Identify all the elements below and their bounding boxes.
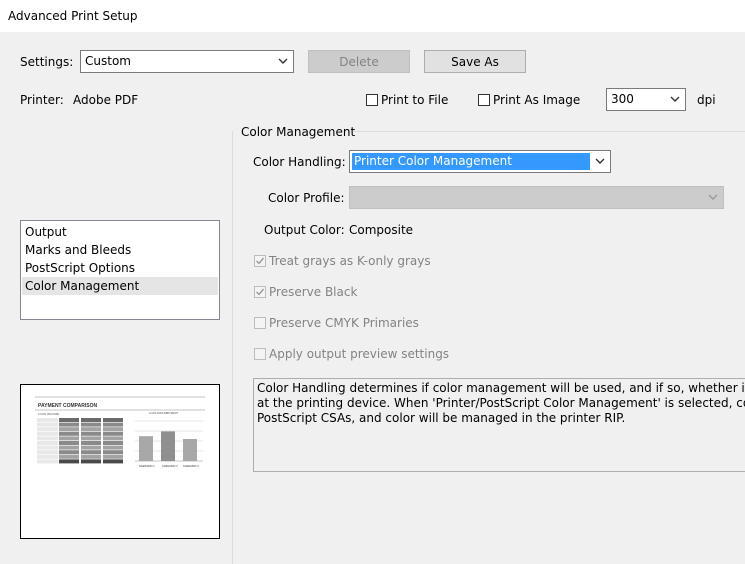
dpi-value: 300 [611,92,634,106]
save-as-button[interactable]: Save As [424,50,526,73]
color-profile-dropdown[interactable] [349,186,724,209]
sidebar-item-postscript-options[interactable]: PostScript Options [25,259,135,277]
chevron-down-icon [670,96,680,102]
preview-header-2: PAYMENT [166,411,179,415]
preview-bar [161,431,175,461]
preview-table-cell [103,450,123,455]
preview-table-cell [81,441,101,445]
preview-table-cell [81,431,101,436]
preview-table-cell [59,422,79,427]
preview-table-cell [59,454,79,459]
settings-label: Settings: [20,55,74,69]
preview-table-cell [81,445,101,450]
settings-dropdown[interactable]: Custom [80,50,294,73]
preview-table-cell [59,445,79,450]
preview-table-cell [37,418,58,422]
preview-table-cell [37,422,58,427]
preview-bar [183,439,197,461]
window-title: Advanced Print Setup [8,9,138,23]
apply-preview-checkbox[interactable] [254,348,266,360]
preserve-cmyk-label: Preserve CMYK Primaries [269,316,419,330]
preview-table-cell [37,454,58,459]
preview-table-cell [37,459,58,464]
preview-table-cell [37,431,58,436]
preview-title: PAYMENT COMPARISON [38,403,97,409]
preview-subtitle: LOAN INCOME [38,412,59,416]
preview-table-cell [81,422,101,427]
preview-thumbnail: PAYMENT COMPARISON LOAN INCOME LOAN AMOU… [35,396,205,468]
section-title: Color Management [241,125,356,139]
print-as-image-checkbox[interactable] [478,94,490,106]
preview-bar [139,436,153,461]
checkmark-icon [256,288,265,296]
print-as-image-label: Print As Image [493,93,581,107]
preserve-black-checkbox[interactable] [254,286,266,298]
preview-table-cell [81,427,101,432]
delete-button[interactable]: Delete [308,50,410,73]
color-handling-value: Printer Color Management [354,154,512,168]
preview-table-cell [59,450,79,455]
preserve-cmyk-checkbox[interactable] [254,317,266,329]
sidebar-item-output[interactable]: Output [25,223,67,241]
output-color-value: Composite [349,223,414,237]
printer-value: Adobe PDF [73,93,139,107]
sidebar-item-marks-and-bleeds[interactable]: Marks and Bleeds [25,241,131,259]
color-handling-dropdown[interactable]: Printer Color Management [349,150,611,173]
sidebar-item-color-management[interactable]: Color Management [25,277,139,295]
preview-table-cell [103,445,123,450]
title-bar: Advanced Print Setup [0,0,745,32]
preview-table-cell [103,418,123,422]
preview-table [37,418,123,464]
print-to-file-checkbox[interactable] [366,94,378,106]
settings-value: Custom [85,54,131,68]
print-to-file-label: Print to File [381,93,449,107]
preserve-black-label: Preserve Black [269,285,358,299]
chevron-down-icon [708,194,718,200]
preview-table-cell [37,436,58,441]
dpi-dropdown[interactable]: 300 [606,88,686,111]
preview-label-3: SCENARIO 3 [183,464,199,468]
preview-table-cell [59,427,79,432]
printer-label: Printer: [20,93,64,107]
preview-table-cell [103,441,123,445]
preview-table-cell [81,454,101,459]
preview-table-cell [103,454,123,459]
preview-table-cell [81,450,101,455]
color-handling-label: Color Handling: [253,155,346,169]
color-profile-label: Color Profile: [268,191,345,205]
preview-table-cell [59,441,79,445]
preview-chart [135,420,203,462]
treat-grays-label: Treat grays as K-only grays [269,254,431,268]
preview-table-cell [103,431,123,436]
preview-table-cell [81,459,101,464]
apply-preview-label: Apply output preview settings [269,347,450,361]
preview-table-cell [37,445,58,450]
preview-table-cell [59,418,79,422]
dpi-unit-label: dpi [697,93,716,107]
preview-label-2: SCENARIO 2 [162,464,178,468]
preview-table-cell [103,427,123,432]
preview-table-cell [37,427,58,432]
preview-table-cell [59,436,79,441]
preview-table-cell [103,422,123,427]
description-box: Color Handling determines if color manag… [253,378,745,472]
treat-grays-checkbox[interactable] [254,255,266,267]
chevron-down-icon [595,158,605,164]
preview-table-cell [59,431,79,436]
preview-table-cell [103,459,123,464]
page-preview: PAYMENT COMPARISON LOAN INCOME LOAN AMOU… [20,384,220,539]
preview-table-cell [81,418,101,422]
chevron-down-icon [278,58,288,64]
checkmark-icon [256,257,265,265]
preview-table-cell [103,436,123,441]
preview-label-1: SCENARIO 1 [139,464,155,468]
preview-table-cell [37,441,58,445]
preview-table-cell [37,450,58,455]
section-divider [232,131,233,564]
output-color-label: Output Color: [264,223,345,237]
section-rule [348,131,745,132]
preview-table-cell [59,459,79,464]
preview-table-cell [81,436,101,441]
category-list: Output Marks and Bleeds PostScript Optio… [20,220,220,320]
